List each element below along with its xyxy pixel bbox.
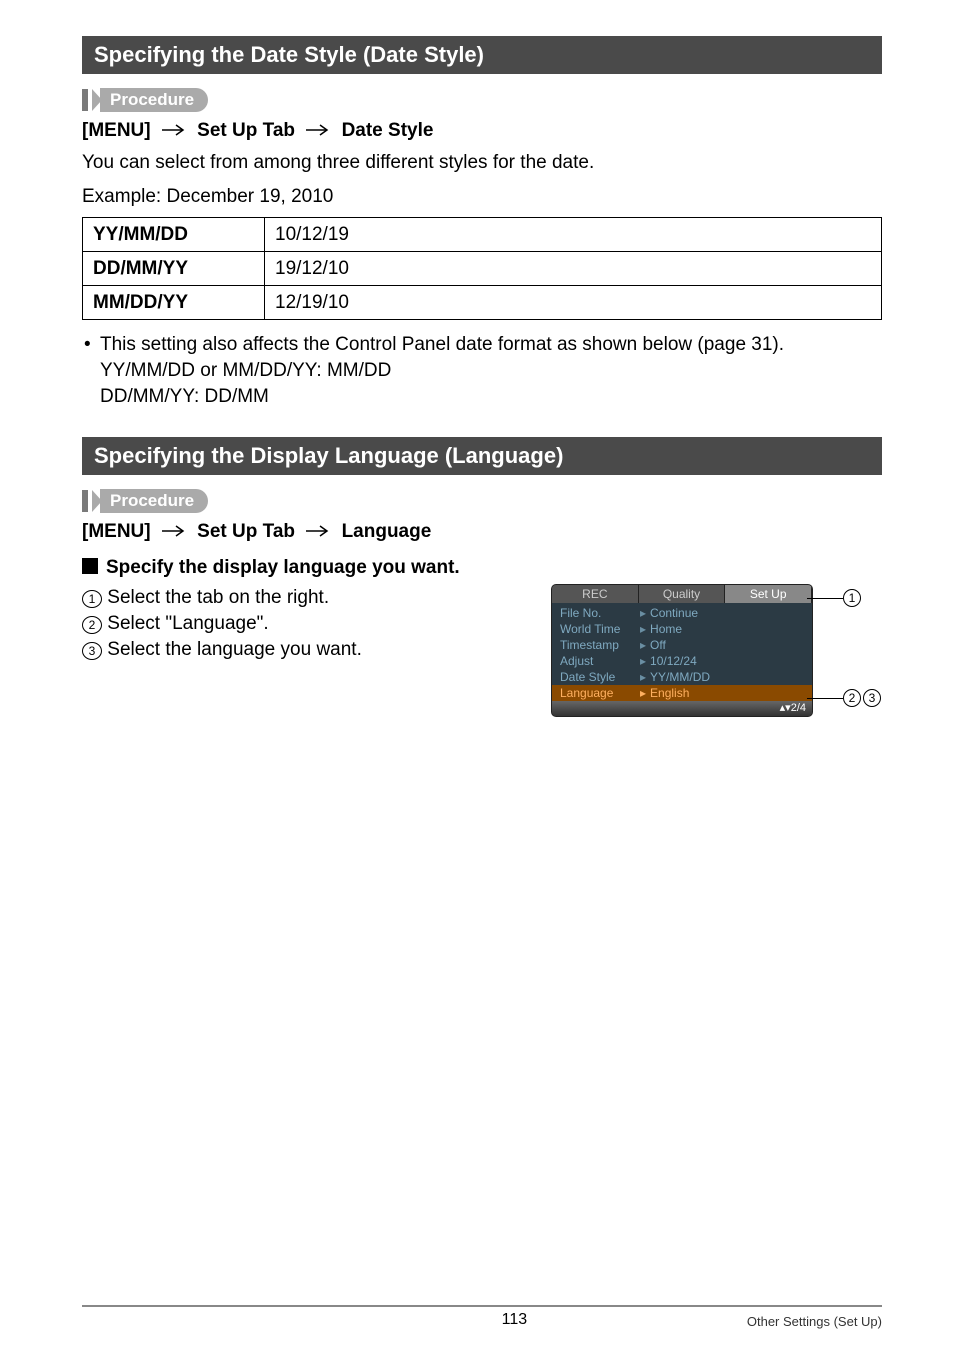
steps-list: 1 Select the tab on the right. 2 Select … bbox=[82, 585, 552, 662]
menu-label: Date Style bbox=[560, 670, 640, 684]
table-cell: 10/12/19 bbox=[265, 218, 882, 252]
callout-line-icon bbox=[807, 698, 843, 699]
breadcrumb-part: Set Up Tab bbox=[197, 521, 295, 542]
callout-line-icon bbox=[807, 598, 843, 599]
table-cell: 19/12/10 bbox=[265, 252, 882, 286]
date-style-table: YY/MM/DD 10/12/19 DD/MM/YY 19/12/10 MM/D… bbox=[82, 217, 882, 320]
note-line: YY/MM/DD or MM/DD/YY: MM/DD bbox=[100, 358, 882, 384]
menu-item[interactable]: Adjust▸ 10/12/24 bbox=[552, 653, 812, 669]
procedure-label-row: Procedure bbox=[82, 489, 882, 513]
intro-text: You can select from among three differen… bbox=[82, 150, 882, 176]
tab-quality[interactable]: Quality bbox=[639, 585, 726, 603]
procedure-bar-icon bbox=[82, 490, 88, 512]
menu-label: File No. bbox=[560, 606, 640, 620]
menu-value: YY/MM/DD bbox=[650, 670, 710, 684]
breadcrumb-language: [MENU] Set Up Tab Language bbox=[82, 521, 882, 543]
note-line: This setting also affects the Control Pa… bbox=[100, 334, 784, 355]
triangle-right-icon: ▸ bbox=[640, 686, 646, 700]
step-item: 1 Select the tab on the right. bbox=[82, 585, 552, 611]
pager-indicator: ▴▾2/4 bbox=[552, 701, 812, 716]
arrow-right-icon bbox=[306, 521, 330, 543]
subheading: Specify the display language you want. bbox=[82, 557, 882, 579]
chapter-title: Other Settings (Set Up) bbox=[747, 1314, 882, 1329]
arrow-right-icon bbox=[306, 120, 330, 142]
procedure-label-row: Procedure bbox=[82, 88, 882, 112]
breadcrumb-part: [MENU] bbox=[82, 120, 151, 141]
note-list: This setting also affects the Control Pa… bbox=[82, 332, 882, 409]
step-text: Select the tab on the right. bbox=[107, 587, 329, 608]
menu-label: Adjust bbox=[560, 654, 640, 668]
table-row: YY/MM/DD 10/12/19 bbox=[83, 218, 882, 252]
pager-text: 2/4 bbox=[791, 702, 806, 714]
table-header-cell: MM/DD/YY bbox=[83, 286, 265, 320]
table-row: MM/DD/YY 12/19/10 bbox=[83, 286, 882, 320]
tab-setup[interactable]: Set Up bbox=[725, 585, 812, 603]
step-number-icon: 2 bbox=[82, 616, 102, 634]
procedure-bar-icon bbox=[82, 89, 88, 111]
menu-value: 10/12/24 bbox=[650, 654, 697, 668]
example-text: Example: December 19, 2010 bbox=[82, 184, 882, 210]
tab-rec[interactable]: REC bbox=[552, 585, 639, 603]
step-text: Select the language you want. bbox=[107, 639, 362, 660]
table-row: DD/MM/YY 19/12/10 bbox=[83, 252, 882, 286]
triangle-right-icon: ▸ bbox=[640, 622, 646, 636]
section-title-date-style: Specifying the Date Style (Date Style) bbox=[82, 36, 882, 74]
step-number-icon: 3 bbox=[82, 642, 102, 660]
menu-value: Home bbox=[650, 622, 682, 636]
step-text: Select "Language". bbox=[107, 613, 268, 634]
menu-label: World Time bbox=[560, 622, 640, 636]
triangle-right-icon: ▸ bbox=[640, 638, 646, 652]
menu-item-highlighted[interactable]: Language▸ English bbox=[552, 685, 812, 701]
callout-number-icon: 2 bbox=[843, 689, 861, 707]
square-bullet-icon bbox=[82, 558, 98, 574]
procedure-label: Procedure bbox=[100, 88, 208, 112]
procedure-label: Procedure bbox=[100, 489, 208, 513]
menu-value: English bbox=[650, 686, 689, 700]
callout-1: 1 bbox=[807, 589, 861, 607]
menu-item[interactable]: Timestamp▸ Off bbox=[552, 637, 812, 653]
page-number: 113 bbox=[282, 1311, 747, 1329]
arrow-right-icon bbox=[162, 521, 186, 543]
menu-label: Timestamp bbox=[560, 638, 640, 652]
menu-item[interactable]: World Time▸ Home bbox=[552, 621, 812, 637]
triangle-right-icon: ▸ bbox=[640, 606, 646, 620]
callout-number-icon: 3 bbox=[863, 689, 881, 707]
menu-item[interactable]: Date Style▸ YY/MM/DD bbox=[552, 669, 812, 685]
table-header-cell: YY/MM/DD bbox=[83, 218, 265, 252]
step-item: 3 Select the language you want. bbox=[82, 637, 552, 663]
breadcrumb-part: [MENU] bbox=[82, 521, 151, 542]
device-screenshot: REC Quality Set Up File No.▸Continue Wor… bbox=[552, 585, 882, 716]
page-footer: 113 Other Settings (Set Up) bbox=[82, 1305, 882, 1329]
triangle-right-icon: ▸ bbox=[640, 670, 646, 684]
menu-item[interactable]: File No.▸ Continue bbox=[552, 605, 812, 621]
breadcrumb-part: Language bbox=[342, 521, 432, 542]
step-number-icon: 1 bbox=[82, 590, 102, 608]
table-cell: 12/19/10 bbox=[265, 286, 882, 320]
tab-row: REC Quality Set Up bbox=[552, 585, 812, 603]
subheading-text: Specify the display language you want. bbox=[106, 557, 460, 578]
section-title-language: Specifying the Display Language (Languag… bbox=[82, 437, 882, 475]
menu-label: Language bbox=[560, 686, 640, 700]
breadcrumb-part: Date Style bbox=[342, 120, 434, 141]
breadcrumb-date-style: [MENU] Set Up Tab Date Style bbox=[82, 120, 882, 142]
note-line: DD/MM/YY: DD/MM bbox=[100, 384, 882, 410]
note-item: This setting also affects the Control Pa… bbox=[82, 332, 882, 409]
triangle-right-icon: ▸ bbox=[640, 654, 646, 668]
menu-value: Continue bbox=[650, 606, 698, 620]
callout-2-3: 2 3 bbox=[807, 689, 881, 707]
breadcrumb-part: Set Up Tab bbox=[197, 120, 295, 141]
callout-number-icon: 1 bbox=[843, 589, 861, 607]
menu-body: File No.▸Continue World Time▸Home Timest… bbox=[552, 603, 812, 701]
arrow-right-icon bbox=[162, 120, 186, 142]
menu-value: Off bbox=[650, 638, 666, 652]
step-item: 2 Select "Language". bbox=[82, 611, 552, 637]
table-header-cell: DD/MM/YY bbox=[83, 252, 265, 286]
